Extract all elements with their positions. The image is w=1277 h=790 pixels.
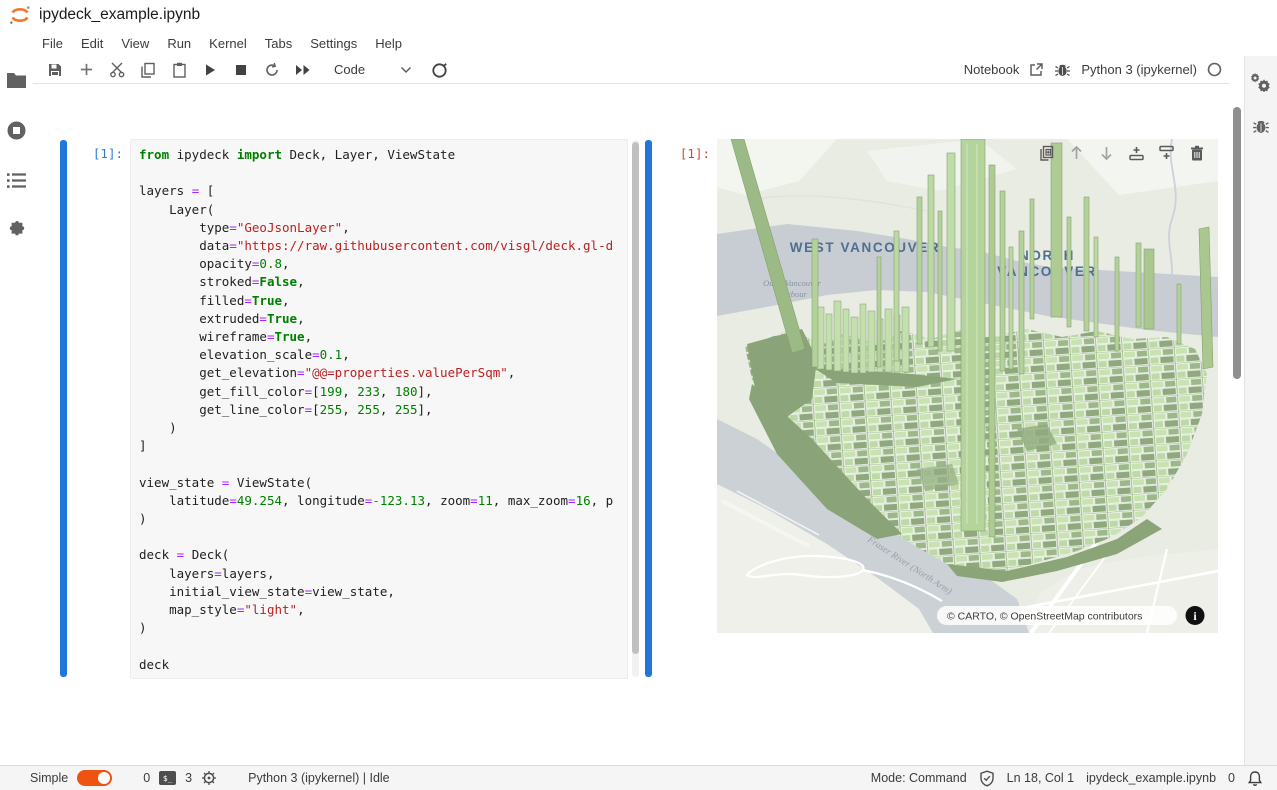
simple-mode-toggle[interactable] (77, 770, 112, 786)
menu-run[interactable]: Run (158, 32, 200, 55)
output-collapser[interactable] (645, 140, 652, 677)
copy-cells-button[interactable] (139, 61, 157, 79)
right-sidebar (1244, 56, 1277, 765)
menubar: File Edit View Run Kernel Tabs Settings … (33, 31, 411, 56)
cell-hover-toolbar (1038, 144, 1205, 161)
notification-bell-icon[interactable] (1247, 770, 1263, 787)
editor-scrollbar-thumb[interactable] (632, 142, 639, 654)
cell-type-value: Code (334, 62, 365, 77)
running-sessions-icon[interactable] (6, 120, 27, 141)
notebook-view-label: Notebook (964, 62, 1020, 77)
notebook-toolbar: Code Notebook Python 3 (ipykernel) (33, 56, 1230, 84)
insert-cell-above-button[interactable] (1128, 144, 1145, 161)
input-collapser[interactable] (60, 140, 67, 677)
debugger-bug-icon[interactable] (1054, 62, 1071, 78)
cell-type-dropdown[interactable]: Code (326, 59, 418, 81)
property-inspector-icon[interactable] (1250, 72, 1272, 92)
jupyter-notebook-window: ipydeck_example.ipynb File Edit View Run… (0, 0, 1277, 790)
notebook-scrollbar[interactable] (1230, 85, 1244, 765)
left-sidebar (0, 56, 33, 765)
table-of-contents-icon[interactable] (6, 172, 27, 189)
save-button[interactable] (46, 61, 64, 79)
stop-kernel-button[interactable] (232, 61, 250, 79)
mode-indicator[interactable]: Mode: Command (871, 771, 967, 785)
simple-mode-label: Simple (30, 771, 68, 785)
delete-cell-button[interactable] (1188, 144, 1205, 161)
kernel-idle-icon (1207, 62, 1222, 77)
insert-cell-button[interactable] (77, 61, 95, 79)
file-browser-icon[interactable] (6, 71, 27, 89)
kernel-name[interactable]: Python 3 (ipykernel) (1081, 62, 1197, 77)
chevron-down-icon (400, 66, 412, 74)
trust-shield-icon[interactable] (979, 770, 995, 787)
restart-run-all-button[interactable] (294, 61, 312, 79)
terminal-icon[interactable]: $_ (159, 771, 176, 785)
output-prompt: [1]: (650, 146, 710, 161)
code-lines: from ipydeck import Deck, Layer, ViewSta… (139, 146, 627, 674)
cut-cells-button[interactable] (108, 61, 126, 79)
toolbar-right-group: Notebook Python 3 (ipykernel) (964, 56, 1222, 83)
menu-view[interactable]: View (112, 32, 158, 55)
run-cell-button[interactable] (201, 61, 219, 79)
toggle-knob (98, 772, 110, 784)
menu-tabs[interactable]: Tabs (256, 32, 301, 55)
document-title: ipydeck_example.ipynb (39, 6, 200, 24)
kernels-count: 3 (185, 771, 192, 785)
insert-cell-below-button[interactable] (1158, 144, 1175, 161)
menu-kernel[interactable]: Kernel (200, 32, 256, 55)
label-north-vancouver-1: NORTH (1019, 248, 1075, 263)
map-attribution: © CARTO, © OpenStreetMap contributors (947, 611, 1142, 623)
move-cell-up-button[interactable] (1068, 144, 1085, 161)
menu-edit[interactable]: Edit (72, 32, 112, 55)
editor-scrollbar[interactable] (632, 140, 639, 677)
kernel-activity-icon[interactable] (431, 61, 449, 79)
input-prompt: [1]: (56, 146, 123, 161)
kernel-status-text[interactable]: Python 3 (ipykernel) | Idle (248, 771, 390, 785)
statusbar: Simple 0 $_ 3 Python 3 (ipykernel) | Idl… (0, 765, 1277, 790)
restart-kernel-button[interactable] (263, 61, 281, 79)
statusbar-filename: ipydeck_example.ipynb (1086, 771, 1216, 785)
deck-map-canvas: WEST VANCOUVER NORTH VANCOUVER Outer Van… (717, 139, 1218, 633)
menu-file[interactable]: File (33, 32, 72, 55)
titlebar: ipydeck_example.ipynb (0, 0, 1277, 30)
extension-manager-icon[interactable] (7, 220, 27, 240)
deck-map-output[interactable]: WEST VANCOUVER NORTH VANCOUVER Outer Van… (717, 139, 1218, 633)
cursor-position[interactable]: Ln 18, Col 1 (1007, 771, 1074, 785)
jupyter-logo-icon (9, 4, 31, 26)
paste-cells-button[interactable] (170, 61, 188, 79)
kernel-sessions-icon[interactable] (201, 770, 217, 786)
menu-settings[interactable]: Settings (301, 32, 366, 55)
notifications-count: 0 (1228, 771, 1235, 785)
debugger-sidebar-icon[interactable] (1252, 118, 1270, 135)
external-link-icon[interactable] (1029, 62, 1044, 77)
code-editor[interactable]: from ipydeck import Deck, Layer, ViewSta… (130, 139, 628, 679)
duplicate-cell-button[interactable] (1038, 144, 1055, 161)
move-cell-down-button[interactable] (1098, 144, 1115, 161)
terminals-count: 0 (143, 771, 150, 785)
menu-help[interactable]: Help (366, 32, 411, 55)
notebook-scrollbar-thumb[interactable] (1233, 107, 1241, 379)
